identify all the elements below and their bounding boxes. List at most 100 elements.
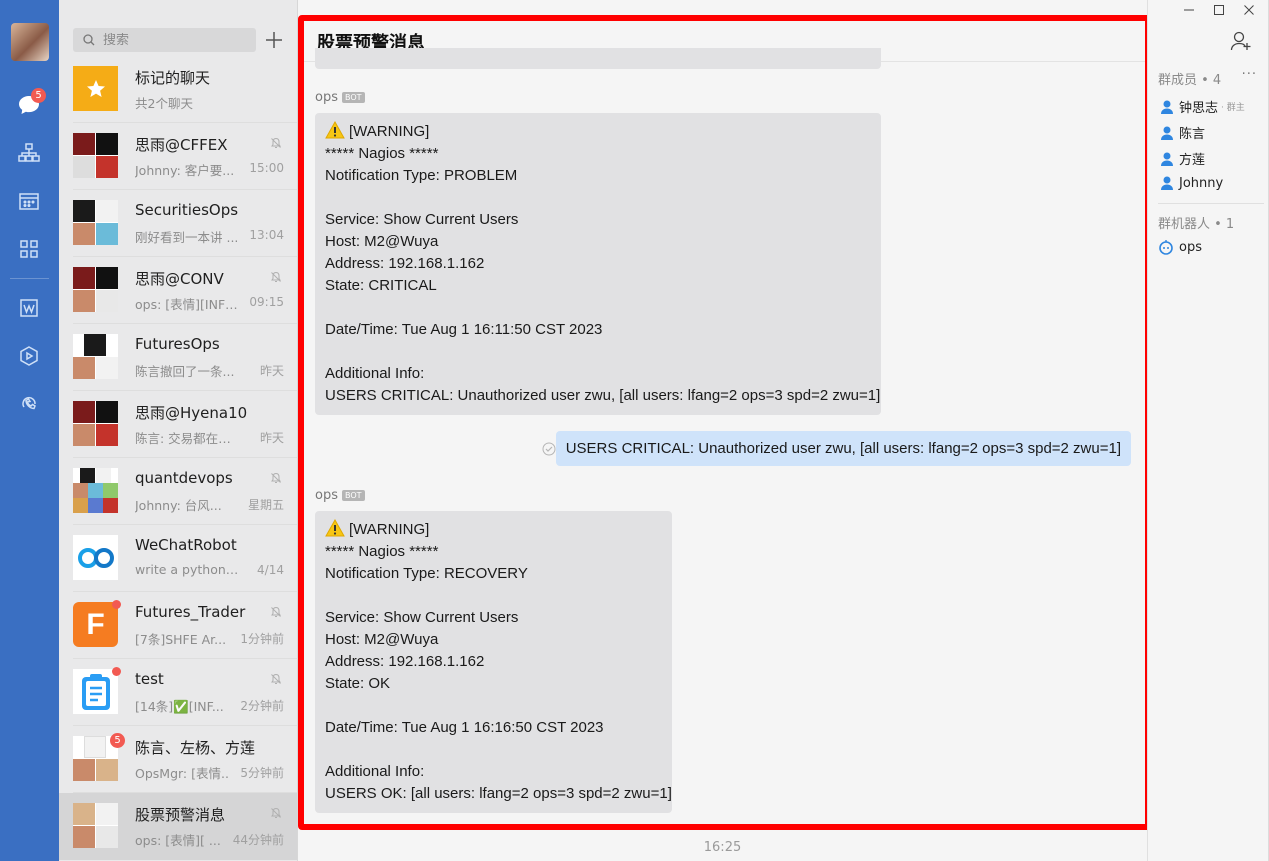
bot-tag: BOT [341, 490, 365, 501]
group-avatar [73, 334, 118, 379]
search-box[interactable] [73, 28, 256, 52]
chat-item[interactable]: SecuritiesOps 刚好看到一本讲 ... 13:04 [59, 190, 297, 257]
chat-time: 5分钟前 [240, 766, 284, 780]
minimize-button[interactable] [1182, 3, 1196, 17]
chat-preview: ops: [表情][INFO... [135, 297, 239, 312]
chat-name: FuturesOps [135, 335, 220, 353]
message-bubble[interactable]: [WARNING] ***** Nagios ***** Notificatio… [315, 113, 881, 415]
members-label: 群成员 • 4 [1158, 73, 1222, 88]
sender-name: ops [315, 488, 338, 503]
maximize-button[interactable] [1212, 3, 1226, 17]
call-icon[interactable] [16, 391, 42, 417]
chat-name: 思雨@CONV [135, 270, 224, 288]
my-message-bubble[interactable]: USERS CRITICAL: Unauthorized user zwu, [… [555, 431, 1131, 466]
chat-item-active[interactable]: 股票预警消息 ops: [表情][ ... 44分钟前 [59, 793, 297, 860]
chat-item[interactable]: WeChatRobot write a python c... 4/14 [59, 525, 297, 592]
star-icon [73, 66, 118, 111]
chat-time: 09:15 [249, 295, 284, 309]
message-line: ***** Nagios ***** [325, 543, 439, 560]
mute-bell-icon [271, 137, 281, 148]
chat-preview: Johnny: 台风... [135, 498, 222, 513]
left-nav: 5 [0, 0, 59, 861]
chat-time: 昨天 [259, 364, 284, 378]
message-line: Host: M2@Wuya [325, 233, 439, 250]
user-avatar[interactable] [11, 23, 49, 61]
chat-name: 思雨@Hyena10 [135, 404, 248, 422]
member-item[interactable]: 方莲 [1158, 149, 1205, 168]
org-chart-icon[interactable] [16, 140, 42, 166]
bot-item[interactable]: ops [1158, 239, 1202, 255]
group-avatar [73, 803, 118, 848]
chat-preview: write a python c... [135, 562, 239, 577]
unread-dot [112, 667, 121, 676]
conversation-panel: 股票预警消息 ops BOT [WARNING] ***** Nagios **… [298, 0, 1151, 861]
nav-separator [10, 278, 49, 279]
message-line: Date/Time: Tue Aug 1 16:16:50 CST 2023 [325, 719, 604, 736]
chat-item[interactable]: 思雨@CONV ops: [表情][INFO... 09:15 [59, 257, 297, 324]
group-avatar [73, 133, 118, 178]
chat-item[interactable]: 思雨@Hyena10 陈言: 交易都在跑了 昨天 [59, 391, 297, 458]
docs-icon[interactable] [16, 295, 42, 321]
member-name: 钟思志 [1179, 101, 1219, 116]
message-bubble[interactable]: [WARNING] ***** Nagios ***** Notificatio… [315, 511, 672, 813]
message-line: Additional Info: [325, 365, 425, 382]
member-item[interactable]: 陈言 [1158, 123, 1205, 142]
chat-item[interactable]: FuturesOps 陈言撤回了一条... 昨天 [59, 324, 297, 391]
add-member-button[interactable] [1230, 30, 1254, 54]
user-icon [1161, 126, 1173, 140]
chat-item[interactable]: quantdevops Johnny: 台风... 星期五 [59, 458, 297, 525]
chat-item[interactable]: 思雨@CFFEX Johnny: 客户要... 15:00 [59, 123, 297, 190]
owner-tag: · 群主 [1221, 103, 1245, 113]
message-line: Address: 192.168.1.162 [325, 255, 485, 272]
message-line: USERS CRITICAL: Unauthorized user zwu, [… [325, 387, 881, 404]
chat-preview: OpsMgr: [表情.. [135, 766, 229, 781]
timestamp: 16:25 [703, 840, 742, 855]
message-sender: ops BOT [315, 488, 365, 503]
group-avatar [73, 267, 118, 312]
chat-time: 星期五 [247, 498, 284, 512]
apps-grid-icon[interactable] [16, 236, 42, 262]
message-sender: ops BOT [315, 90, 365, 105]
warning-icon [325, 519, 345, 537]
mute-bell-icon [271, 673, 281, 684]
chat-preview: 陈言撤回了一条... [135, 364, 235, 379]
user-icon [1161, 176, 1173, 190]
chat-item[interactable]: test [14条]✅[INF... 2分钟前 [59, 659, 297, 726]
message-line [325, 585, 662, 607]
member-item[interactable]: 钟思志 · 群主 [1158, 97, 1245, 116]
add-button[interactable] [262, 28, 286, 52]
calendar-icon[interactable] [16, 188, 42, 214]
chat-name: 标记的聊天 [135, 69, 211, 87]
mute-bell-icon [271, 271, 281, 282]
more-button[interactable]: ··· [1242, 67, 1257, 82]
chat-preview: Johnny: 客户要... [135, 163, 235, 178]
message-line: [WARNING] [349, 521, 430, 538]
add-member-icon [1230, 31, 1251, 51]
chat-preview: [7条]SHFE Ar... [135, 632, 227, 647]
chat-item[interactable]: F Futures_Trader [7条]SHFE Ar... 1分钟前 [59, 592, 297, 659]
message-line: USERS OK: [all users: lfang=2 ops=3 spd=… [325, 785, 672, 802]
section-divider [1158, 203, 1264, 204]
message-line: Notification Type: PROBLEM [325, 167, 518, 184]
message-line [325, 739, 662, 761]
chat-item[interactable]: 5 陈言、左杨、方莲 OpsMgr: [表情.. 5分钟前 [59, 726, 297, 793]
chat-name: SecuritiesOps [135, 201, 239, 219]
chat-preview: 共2个聊天 [135, 96, 193, 111]
workbench-icon[interactable] [16, 343, 42, 369]
search-input[interactable] [103, 32, 233, 48]
chat-time: 2分钟前 [240, 699, 284, 713]
member-item[interactable]: Johnny [1158, 175, 1223, 191]
member-name: Johnny [1179, 175, 1224, 191]
chat-time: 44分钟前 [232, 833, 284, 847]
message-line: [WARNING] [349, 123, 430, 140]
message-line [325, 341, 871, 363]
close-button[interactable] [1242, 3, 1256, 17]
chat-name: quantdevops [135, 469, 233, 487]
chat-item-starred[interactable]: 标记的聊天 共2个聊天 [59, 56, 297, 123]
message-line: Host: M2@Wuya [325, 631, 439, 648]
sender-name: ops [315, 90, 338, 105]
bot-tag: BOT [341, 92, 365, 103]
chat-preview: ops: [表情][ ... [135, 833, 221, 848]
message-line: State: OK [325, 675, 391, 692]
minimize-icon [1184, 9, 1194, 11]
